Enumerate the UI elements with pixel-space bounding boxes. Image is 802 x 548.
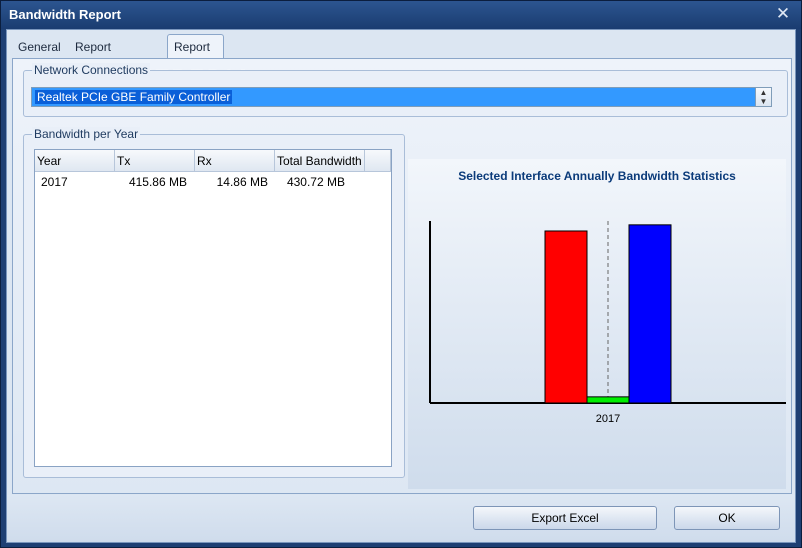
tab-report-monthly[interactable]: Report Monthly [69, 36, 123, 76]
export-excel-button[interactable]: Export Excel [473, 506, 657, 530]
column-header-filler [365, 150, 391, 172]
bandwidth-report-window: Bandwidth Report ✕ General Report Monthl… [0, 0, 802, 548]
title-bar[interactable]: Bandwidth Report ✕ [1, 1, 801, 29]
column-header-rx[interactable]: Rx [195, 150, 275, 172]
network-interface-value: Realtek PCIe GBE Family Controller [35, 90, 233, 104]
network-interface-select[interactable]: Realtek PCIe GBE Family Controller ▲ ▼ [31, 87, 772, 107]
bandwidth-chart: 2017 Selected Interface Annually Bandwid… [408, 159, 786, 489]
chart-title: Selected Interface Annually Bandwidth St… [458, 169, 736, 183]
chart-canvas: 2017 [408, 159, 786, 489]
ok-button[interactable]: OK [674, 506, 780, 530]
column-header-year[interactable]: Year [35, 150, 115, 172]
bar-1-2017 [586, 396, 630, 404]
bandwidth-per-year-group: Bandwidth per Year Year Tx Rx Total Band… [23, 127, 405, 478]
column-header-tx[interactable]: Tx [115, 150, 195, 172]
dialog-body: General Report Monthly Report Annualy SO… [6, 29, 796, 543]
cell-tx: 415.86 MB [128, 175, 187, 189]
tab-report-annualy[interactable]: Report Annualy [167, 34, 225, 79]
close-icon[interactable]: ✕ [773, 4, 793, 24]
bandwidth-per-year-label: Bandwidth per Year [32, 127, 141, 141]
button-bar: Export Excel OK [7, 495, 795, 542]
cell-rx: 14.86 MB [216, 175, 268, 189]
bar-2-2017 [628, 224, 672, 404]
network-connections-group: Network Connections Realtek PCIe GBE Fam… [23, 63, 788, 117]
table-row[interactable]: 2017 415.86 MB 14.86 MB 430.72 MB [35, 173, 391, 191]
column-header-total-bandwidth[interactable]: Total Bandwidth [275, 150, 365, 172]
bandwidth-table[interactable]: Year Tx Rx Total Bandwidth 2017 415.86 M… [34, 149, 392, 467]
tab-general[interactable]: General [12, 36, 67, 58]
window-title: Bandwidth Report [9, 7, 121, 22]
bar-0-2017 [544, 230, 588, 404]
tab-page-report-annualy: SOFTPEDIA Network Connections Realtek PC… [12, 58, 792, 494]
cell-total: 430.72 MB [286, 175, 345, 189]
spinner-updown-icon[interactable]: ▲ ▼ [755, 87, 772, 107]
x-tick-label: 2017 [596, 413, 620, 425]
cell-year: 2017 [41, 175, 68, 189]
chart-background [408, 159, 786, 489]
network-connections-label: Network Connections [32, 63, 151, 77]
table-header: Year Tx Rx Total Bandwidth [35, 150, 391, 172]
